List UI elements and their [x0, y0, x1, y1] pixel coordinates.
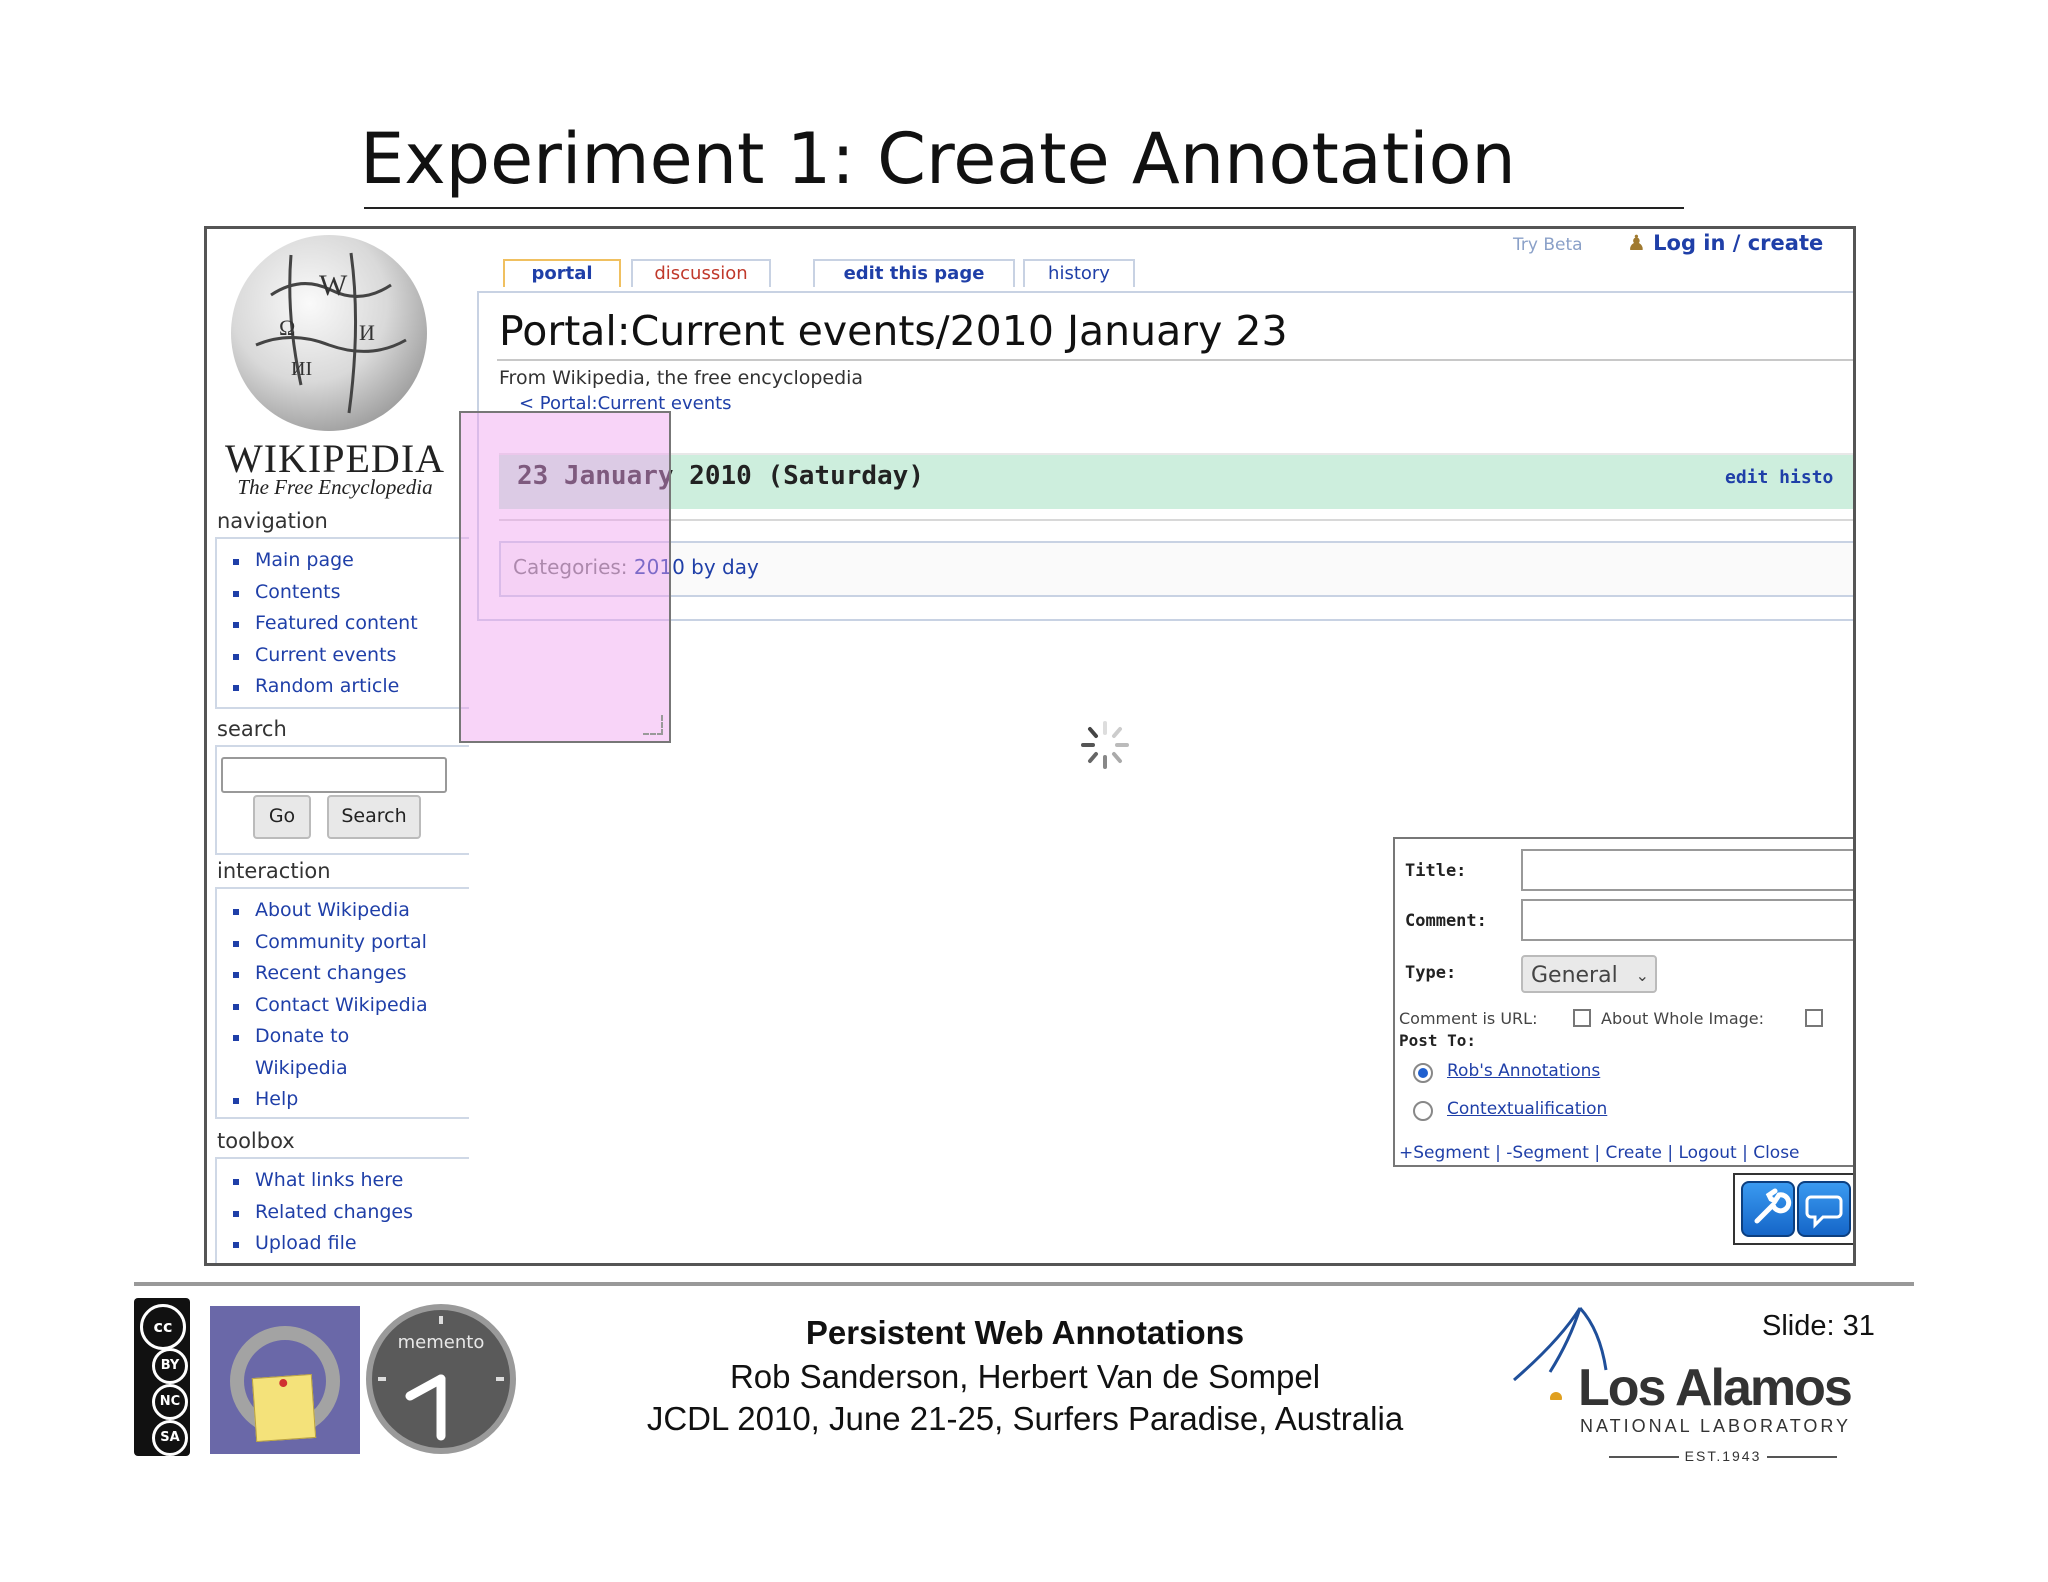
lab-name: Los Alamos [1578, 1359, 1853, 1417]
cc-nc-icon: NC [152, 1384, 188, 1420]
nav-heading: navigation [217, 509, 328, 533]
try-beta-link[interactable]: Try Beta [1513, 235, 1583, 255]
type-value: General [1531, 963, 1618, 988]
loading-spinner-icon [1077, 717, 1133, 773]
post-to-label: Post To: [1399, 1031, 1477, 1050]
comment-is-url-label: Comment is URL: [1399, 1009, 1538, 1028]
slide-title: Experiment 1: Create Annotation [360, 118, 1516, 200]
presentation-title: Persistent Web Annotations [805, 1314, 1245, 1351]
annotation-actions[interactable]: +Segment | -Segment | Create | Logout | … [1399, 1143, 1800, 1163]
presentation-authors: Rob Sanderson, Herbert Van de Sompel [729, 1358, 1321, 1395]
nav-link-current-events[interactable]: Current events [231, 640, 469, 672]
tab-edit[interactable]: edit this page [813, 259, 1015, 287]
target-link-robs[interactable]: Rob's Annotations [1447, 1061, 1600, 1081]
title-underline [364, 207, 1684, 209]
toolbox-heading: toolbox [217, 1129, 295, 1153]
page-title: Portal:Current events/2010 January 23 [499, 307, 1288, 355]
tab-discussion[interactable]: discussion [631, 259, 771, 287]
site-subtitle: From Wikipedia, the free encyclopedia [499, 367, 864, 389]
nav-link-main-page[interactable]: Main page [231, 545, 469, 577]
title-label: Title: [1405, 861, 1467, 881]
nav-portlet: Main page Contents Featured content Curr… [215, 537, 469, 709]
login-label: Log in / create [1653, 231, 1824, 255]
svg-text:Ω: Ω [279, 315, 295, 340]
resize-handle[interactable] [643, 715, 663, 735]
creative-commons-icon: cc BY NC SA [134, 1298, 190, 1456]
comment-label: Comment: [1405, 911, 1487, 931]
svg-text:W: W [319, 269, 348, 302]
search-input[interactable] [221, 757, 447, 793]
link-upload-file[interactable]: Upload file [231, 1228, 469, 1260]
cc-by-icon: BY [152, 1348, 188, 1384]
link-what-links-here[interactable]: What links here [231, 1165, 469, 1197]
nav-link-random[interactable]: Random article [231, 671, 469, 703]
day-edit-links[interactable]: edit histo [1725, 467, 1833, 488]
puzzle-globe-icon: W Ω И ИI [231, 235, 427, 431]
svg-text:ИI: ИI [291, 358, 312, 380]
link-recent-changes[interactable]: Recent changes [231, 958, 469, 990]
search-button[interactable]: Search [327, 795, 421, 839]
search-heading: search [217, 717, 287, 741]
conference-info: JCDL 2010, June 21-25, Surfers Paradise,… [646, 1400, 1404, 1437]
link-community-portal[interactable]: Community portal [231, 927, 469, 959]
target-link-contextualification[interactable]: Contextualification [1447, 1099, 1607, 1119]
cc-logo-icon: cc [140, 1304, 186, 1350]
browser-screenshot: W Ω И ИI WIKIPEDIA The Free Encyclopedia… [204, 226, 1856, 1266]
day-divider [499, 519, 1853, 521]
link-donate[interactable]: Donate to Wikipedia [231, 1021, 365, 1084]
chevron-down-icon: ⌄ [1635, 966, 1649, 985]
type-label: Type: [1405, 963, 1457, 983]
interaction-heading: interaction [217, 859, 331, 883]
link-related-changes[interactable]: Related changes [231, 1197, 469, 1229]
about-whole-image-label: About Whole Image: [1601, 1009, 1765, 1028]
speech-bubble-icon[interactable] [1797, 1181, 1851, 1237]
about-whole-image-checkbox[interactable] [1805, 1009, 1823, 1027]
nav-link-contents[interactable]: Contents [231, 577, 469, 609]
link-help[interactable]: Help [231, 1084, 469, 1116]
link-contact-wikipedia[interactable]: Contact Wikipedia [231, 990, 469, 1022]
svg-text:И: И [359, 320, 375, 345]
user-icon: ♟ [1627, 231, 1646, 255]
wikipedia-logo[interactable]: W Ω И ИI WIKIPEDIA The Free Encyclopedia [207, 229, 463, 509]
go-button[interactable]: Go [253, 795, 311, 839]
annotation-title-input[interactable] [1521, 849, 1853, 891]
memento-clock-logo: memento [366, 1304, 516, 1454]
lab-est-label: EST.1943 [1684, 1448, 1762, 1464]
annotation-project-logo [210, 1306, 360, 1454]
slide-number: Slide: 31 [1762, 1310, 1875, 1342]
target-radio-robs[interactable] [1413, 1063, 1433, 1083]
type-select[interactable]: General ⌄ [1521, 955, 1657, 993]
annotation-selection-region[interactable] [459, 411, 671, 743]
annotation-comment-input[interactable] [1521, 899, 1853, 941]
interaction-portlet: About Wikipedia Community portal Recent … [215, 887, 469, 1119]
tab-history[interactable]: history [1023, 259, 1135, 287]
lab-established: EST.1943 [1580, 1448, 1866, 1464]
footer-divider [134, 1282, 1914, 1286]
login-link[interactable]: ♟ Log in / create [1627, 231, 1823, 255]
wikipedia-tagline: The Free Encyclopedia [237, 475, 433, 499]
comment-is-url-checkbox[interactable] [1573, 1009, 1591, 1027]
heading-divider [497, 359, 1853, 361]
wrench-icon[interactable] [1741, 1181, 1795, 1237]
link-about-wikipedia[interactable]: About Wikipedia [231, 895, 469, 927]
target-radio-contextualification[interactable] [1413, 1101, 1433, 1121]
tab-portal[interactable]: portal [503, 259, 621, 287]
nav-link-featured[interactable]: Featured content [231, 608, 469, 640]
sticky-note-icon [251, 1373, 317, 1443]
cc-sa-icon: SA [152, 1420, 188, 1456]
toolbox-portlet: What links here Related changes Upload f… [215, 1157, 469, 1263]
lab-subtitle: NATIONAL LABORATORY [1580, 1416, 1852, 1436]
